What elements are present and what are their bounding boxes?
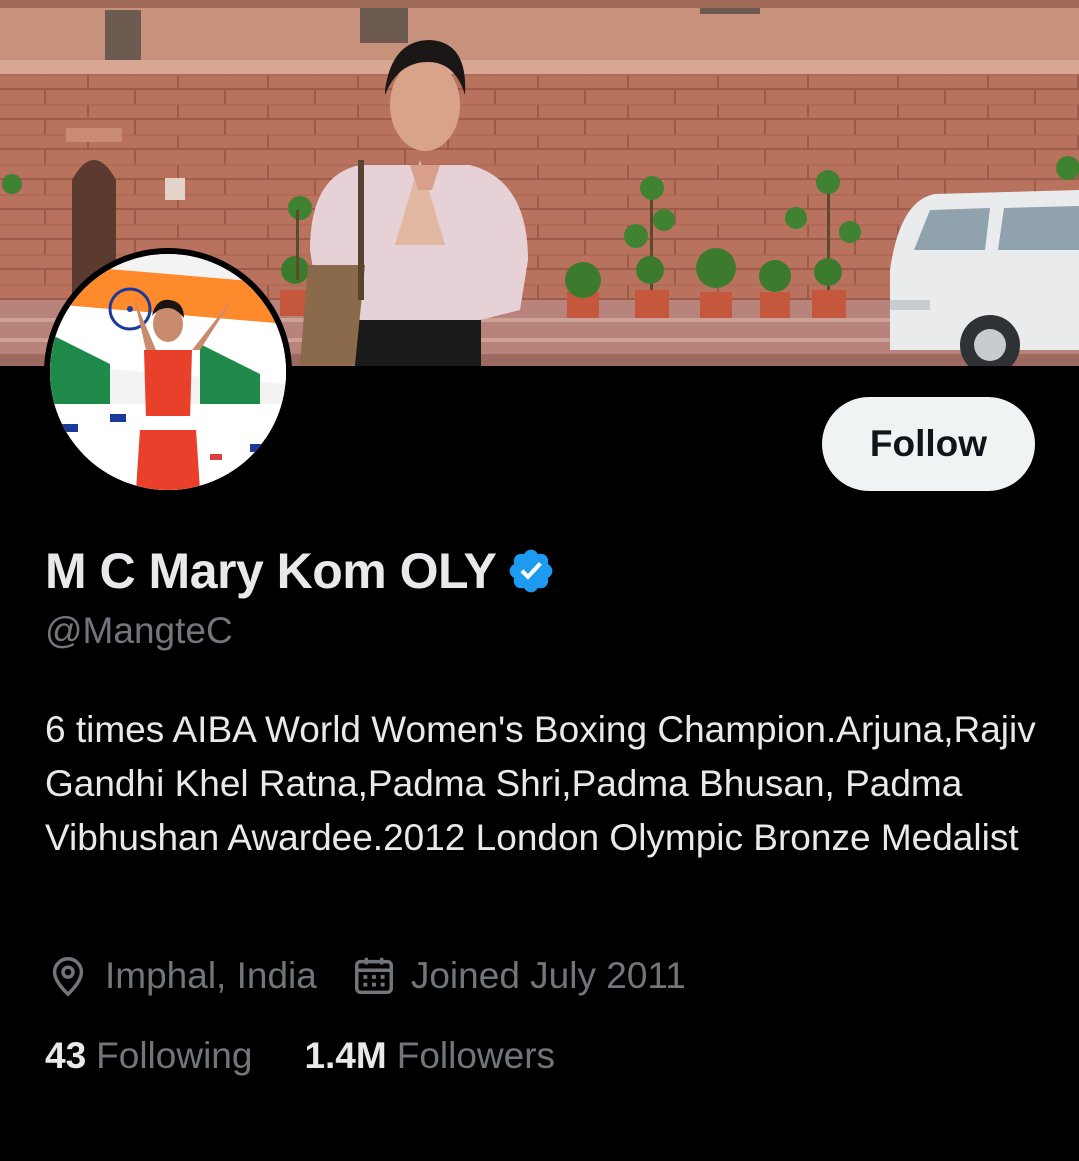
verified-badge-icon[interactable]	[506, 546, 556, 596]
profile-handle: @MangteC	[45, 610, 233, 651]
profile-display-name: M C Mary Kom OLY	[45, 543, 497, 599]
profile-location: Imphal, India	[45, 953, 317, 999]
profile-bio: 6 times AIBA World Women's Boxing Champi…	[45, 709, 1036, 858]
following-label: Following	[96, 1035, 253, 1076]
profile-location-text: Imphal, India	[105, 955, 317, 996]
profile-joined-text: Joined July 2011	[410, 955, 686, 996]
profile-joined: Joined July 2011	[351, 953, 686, 999]
follow-button[interactable]: Follow	[822, 397, 1035, 491]
avatar-photo	[50, 254, 286, 490]
profile-name-row: M C Mary Kom OLY	[45, 538, 556, 604]
profile-avatar[interactable]	[44, 248, 292, 496]
following-count: 43	[45, 1035, 87, 1076]
following-link[interactable]: 43 Following	[45, 1035, 252, 1077]
followers-link[interactable]: 1.4M Followers	[304, 1035, 555, 1077]
followers-count: 1.4M	[304, 1035, 387, 1076]
calendar-icon	[351, 953, 397, 999]
profile-stats-row: 43 Following 1.4M Followers	[45, 1030, 555, 1082]
profile-meta-row: Imphal, India Joined July 2011	[45, 948, 686, 1004]
location-pin-icon	[45, 953, 91, 999]
followers-label: Followers	[396, 1035, 556, 1076]
